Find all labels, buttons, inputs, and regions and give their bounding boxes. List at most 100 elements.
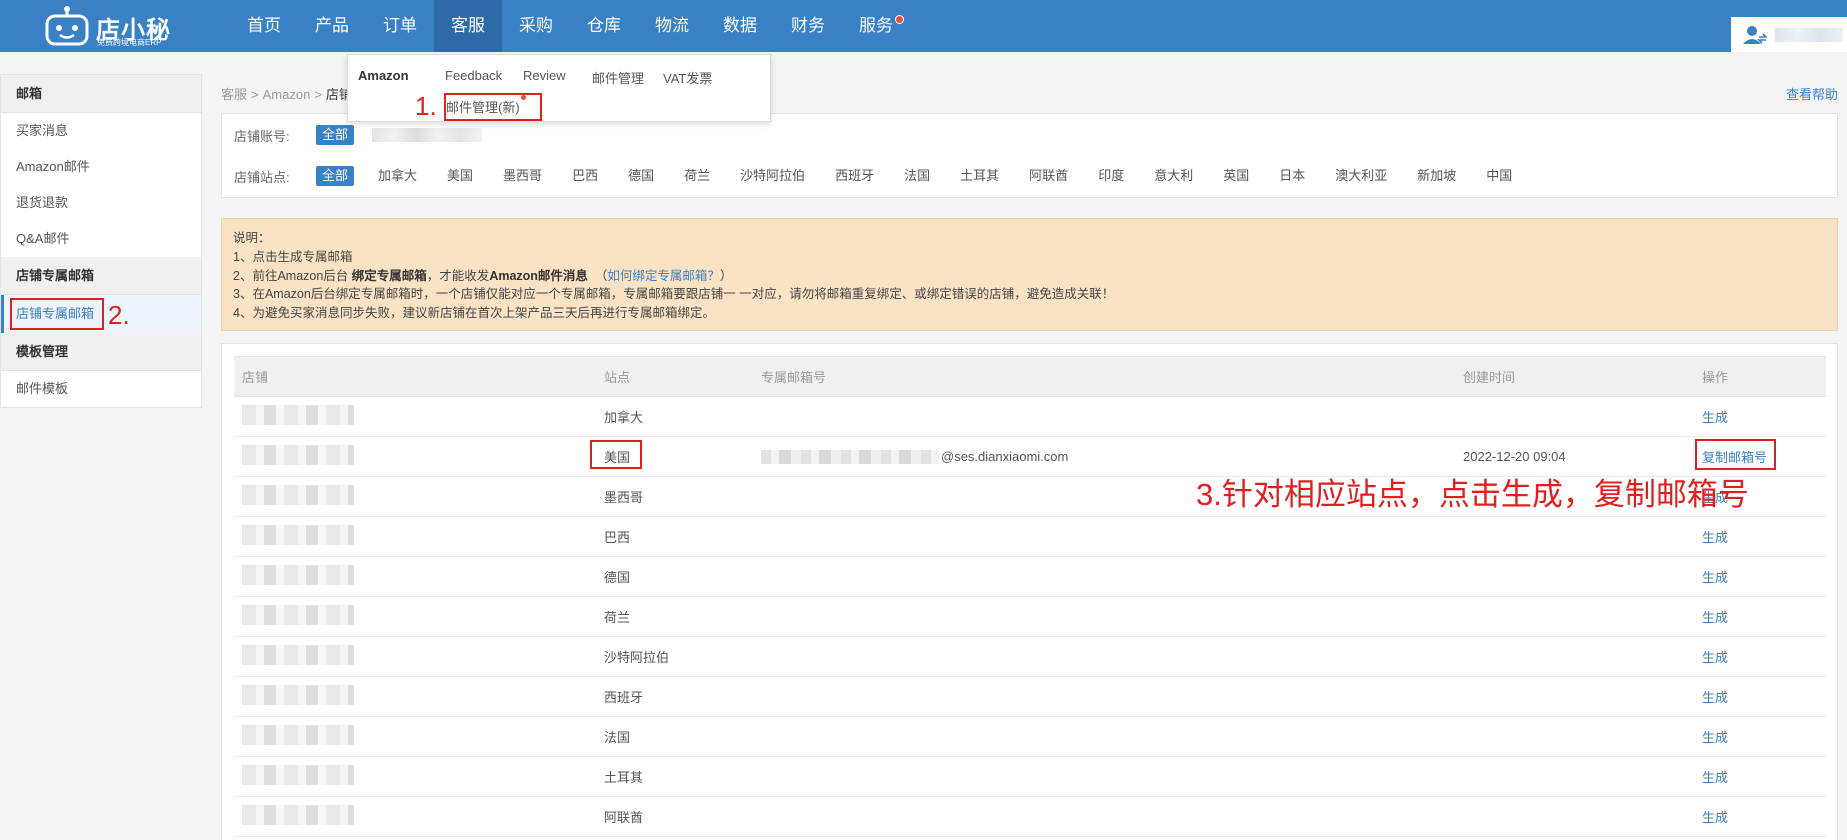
site-tag[interactable]: 美国: [441, 166, 479, 186]
site-tag[interactable]: 加拿大: [372, 166, 423, 186]
notification-dot: [895, 15, 904, 24]
sidebar-item-qa-mail[interactable]: Q&A邮件: [1, 221, 201, 257]
cell-shop: [234, 396, 596, 437]
site-all-tag[interactable]: 全部: [316, 166, 355, 186]
account-all-tag[interactable]: 全部: [316, 125, 355, 145]
site-tag[interactable]: 新加坡: [1411, 166, 1462, 186]
site-tag[interactable]: 巴西: [566, 166, 604, 186]
account-redacted[interactable]: [372, 128, 483, 142]
nav-customer-service[interactable]: 客服: [434, 0, 502, 52]
site-tag[interactable]: 墨西哥: [497, 166, 548, 186]
sidebar-item-amazon-mail[interactable]: Amazon邮件: [1, 149, 201, 185]
nav-logistics[interactable]: 物流: [638, 0, 706, 52]
cell-shop: [234, 796, 596, 837]
site-tag[interactable]: 英国: [1217, 166, 1255, 186]
generate-button[interactable]: 生成: [1702, 410, 1728, 425]
cell-created-time: [1455, 636, 1694, 677]
generate-button[interactable]: 生成: [1702, 610, 1728, 625]
cell-operation: 生成: [1694, 676, 1826, 717]
table-body: 加拿大 生成 美国 @ses.dianxiaomi.com 2022-12-20 09:…: [234, 396, 1826, 837]
site-tag[interactable]: 土耳其: [954, 166, 1005, 186]
cell-mail: @ses.dianxiaomi.com: [753, 436, 1455, 477]
shop-name-redacted: [242, 645, 354, 665]
sidebar: 邮箱 买家消息 Amazon邮件 退货退款 Q&A邮件 店铺专属邮箱 店铺专属邮…: [0, 74, 202, 408]
cell-operation: 生成: [1694, 716, 1826, 757]
cell-created-time: [1455, 756, 1694, 797]
sidebar-group-templates: 模板管理: [1, 333, 201, 371]
breadcrumb-separator: >: [314, 87, 322, 102]
annotation-step2: 2.: [108, 300, 130, 330]
cell-shop: [234, 436, 596, 477]
sidebar-item-buyer-messages[interactable]: 买家消息: [1, 113, 201, 149]
cell-operation: 生成: [1694, 556, 1826, 597]
nav-warehouse[interactable]: 仓库: [570, 0, 638, 52]
cell-mail: [753, 556, 1455, 597]
col-header-op: 操作: [1694, 356, 1826, 397]
cell-mail: [753, 636, 1455, 677]
generate-button[interactable]: 生成: [1702, 690, 1728, 705]
site-tag[interactable]: 阿联酋: [1023, 166, 1074, 186]
shop-name-redacted: [242, 725, 354, 745]
dropdown-section-amazon: Amazon: [358, 68, 409, 83]
cell-shop: [234, 556, 596, 597]
robot-logo-icon: [45, 6, 89, 46]
generate-button[interactable]: 生成: [1702, 770, 1728, 785]
annotation-box-step2: [10, 298, 104, 330]
cell-mail: [753, 676, 1455, 717]
logo[interactable]: 店小秘 免费跨境电商ERP: [44, 4, 174, 48]
site-tag[interactable]: 西班牙: [829, 166, 880, 186]
help-link[interactable]: 查看帮助: [1786, 84, 1838, 103]
nav-orders[interactable]: 订单: [366, 0, 434, 52]
annotation-box-step1: [444, 93, 542, 121]
nav-data[interactable]: 数据: [706, 0, 774, 52]
nav-services[interactable]: 服务: [842, 0, 910, 52]
site-tag[interactable]: 澳大利亚: [1329, 166, 1393, 186]
instructions-notice: 说明： 1、点击生成专属邮箱 2、前往Amazon后台 绑定专属邮箱，才能收发A…: [221, 218, 1838, 331]
nav-products[interactable]: 产品: [298, 0, 366, 52]
generate-button[interactable]: 生成: [1702, 570, 1728, 585]
dropdown-item-review[interactable]: Review: [523, 68, 566, 83]
site-tag[interactable]: 沙特阿拉伯: [734, 166, 811, 186]
table-row: 西班牙 生成: [234, 676, 1826, 717]
how-to-bind-link[interactable]: 如何绑定专属邮箱？: [607, 269, 720, 283]
cell-created-time: 2022-12-20 09:04: [1455, 436, 1694, 477]
sidebar-item-returns[interactable]: 退货退款: [1, 185, 201, 221]
dropdown-item-feedback[interactable]: Feedback: [445, 68, 502, 83]
dropdown-item-vat-invoice[interactable]: VAT发票: [663, 68, 712, 87]
mail-prefix-redacted: [761, 450, 939, 465]
table-row: 巴西 生成: [234, 516, 1826, 557]
site-tag[interactable]: 日本: [1273, 166, 1311, 186]
site-tag[interactable]: 荷兰: [678, 166, 716, 186]
site-tag[interactable]: 德国: [622, 166, 660, 186]
nav-home[interactable]: 首页: [230, 0, 298, 52]
breadcrumb-item[interactable]: Amazon: [263, 87, 311, 102]
nav-finance[interactable]: 财务: [774, 0, 842, 52]
notice-line-3: 3、在Amazon后台绑定专属邮箱时，一个店铺仅能对应一个专属邮箱，专属邮箱要跟…: [233, 287, 1115, 302]
cell-created-time: [1455, 716, 1694, 757]
generate-button[interactable]: 生成: [1702, 730, 1728, 745]
site-tag[interactable]: 意大利: [1148, 166, 1199, 186]
sidebar-item-mail-templates[interactable]: 邮件模板: [1, 371, 201, 407]
nav-purchasing[interactable]: 采购: [502, 0, 570, 52]
mailbox-table-panel: 店铺 站点 专属邮箱号 创建时间 操作 加拿大 生成 美国 @ses.dianxiao…: [221, 343, 1838, 840]
user-menu[interactable]: [1731, 17, 1847, 52]
site-filter-row: 店铺站点: 全部 加拿大 美国 墨西哥 巴西 德国 荷兰 沙特阿拉伯 西班牙 法国 土耳其 阿联酋印…: [234, 166, 1536, 186]
dropdown-item-mail-management[interactable]: 邮件管理: [592, 68, 644, 87]
generate-button[interactable]: 生成: [1702, 650, 1728, 665]
site-tag[interactable]: 中国: [1480, 166, 1518, 186]
shop-name-redacted: [242, 445, 354, 465]
generate-button[interactable]: 生成: [1702, 810, 1728, 825]
site-filter-label: 店铺站点:: [234, 169, 290, 185]
breadcrumb-item[interactable]: 客服: [221, 87, 247, 102]
col-header-time: 创建时间: [1455, 356, 1694, 397]
cell-operation: 生成: [1694, 756, 1826, 797]
site-tag[interactable]: 印度: [1092, 166, 1130, 186]
cell-created-time: [1455, 676, 1694, 717]
generate-button[interactable]: 生成: [1702, 530, 1728, 545]
site-tag[interactable]: 法国: [898, 166, 936, 186]
col-header-mail: 专属邮箱号: [753, 356, 1455, 397]
shop-name-redacted: [242, 405, 354, 425]
cell-operation: 生成: [1694, 636, 1826, 677]
table-row: 沙特阿拉伯 生成: [234, 636, 1826, 677]
account-filter-label: 店铺账号:: [234, 128, 290, 144]
